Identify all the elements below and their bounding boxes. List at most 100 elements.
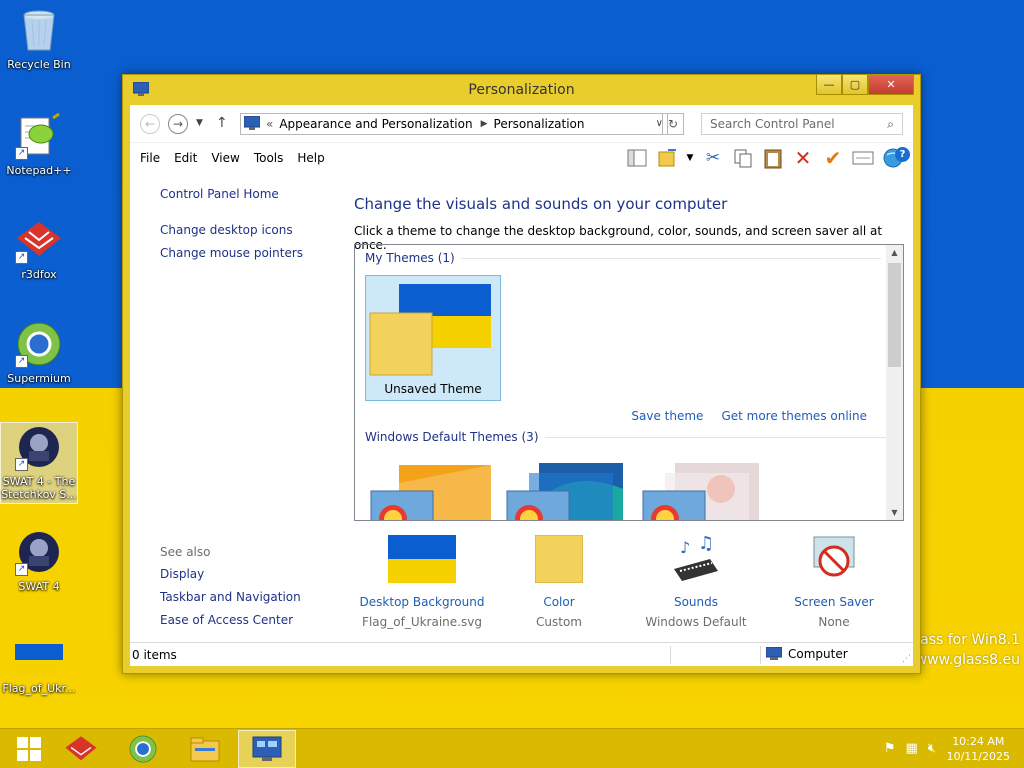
swat4-icon: ↗	[15, 528, 63, 576]
color-item[interactable]: Color Custom	[484, 534, 634, 629]
taskbar-file-explorer[interactable]	[176, 730, 234, 768]
resize-grip-icon[interactable]: ⋰	[902, 654, 911, 664]
sounds-icon: ♪ ♫	[670, 533, 722, 583]
views-dropdown-icon[interactable]: ▼	[685, 146, 695, 170]
see-also-section: See also Display Taskbar and Navigation …	[160, 545, 301, 636]
my-themes-header: My Themes (1)	[365, 251, 455, 265]
change-mouse-pointers-link[interactable]: Change mouse pointers	[160, 246, 303, 260]
themes-list: My Themes (1) Unsaved Theme Save theme G…	[354, 244, 904, 521]
menu-help[interactable]: Help	[297, 151, 324, 165]
desktop-icon-swat4[interactable]: ↗ SWAT 4	[0, 528, 78, 593]
theme-tile-flowers[interactable]	[641, 459, 765, 520]
ease-of-access-link[interactable]: Ease of Access Center	[160, 613, 301, 627]
desktop-icon-supermium[interactable]: ↗ Supermium	[0, 320, 78, 385]
watermark-line: www.glass8.eu	[915, 652, 1020, 668]
network-icon[interactable]: ▦	[906, 741, 918, 756]
r3dfox-icon	[65, 736, 97, 761]
item-count: 0 items	[132, 647, 177, 662]
menu-edit[interactable]: Edit	[174, 151, 197, 165]
recent-pages-dropdown-icon[interactable]: ▼	[196, 118, 203, 128]
desktop-icon-notepadpp[interactable]: ↗ Notepad++	[0, 112, 78, 177]
address-input[interactable]: « Appearance and Personalization ▶ Perso…	[240, 113, 668, 135]
taskbar: ⚑ ▦ 🔇︎ 10:24 AM 10/11/2025	[0, 728, 1024, 768]
desktop-icon-recycle-bin[interactable]: Recycle Bin	[0, 6, 78, 71]
unsaved-theme-label: Unsaved Theme	[384, 382, 482, 396]
minimize-button[interactable]: —	[816, 75, 842, 95]
svg-text:♫: ♫	[698, 535, 714, 554]
toolbar: ▼ ✂ ✕ ✔	[625, 146, 905, 170]
scroll-up-icon[interactable]: ▲	[886, 248, 903, 257]
desktop-icon-flag-of-ukraine[interactable]: Flag_of_Ukr...	[0, 638, 78, 695]
up-button[interactable]: ↑	[216, 115, 228, 131]
start-button[interactable]	[0, 730, 58, 768]
get-more-themes-link[interactable]: Get more themes online	[721, 409, 867, 423]
breadcrumb-personalization[interactable]: Personalization	[494, 117, 585, 131]
menu-bar: File Edit View Tools Help ▼ ✂ ✕ ✔	[130, 143, 913, 173]
see-also-header: See also	[160, 545, 211, 559]
breadcrumb-prefix[interactable]: «	[266, 117, 273, 131]
color-value: Custom	[536, 615, 582, 629]
clock[interactable]: 10:24 AM 10/11/2025	[947, 734, 1010, 764]
folder-options-icon[interactable]	[655, 146, 679, 170]
screen-saver-item[interactable]: Screen Saver None	[759, 535, 909, 629]
watermark: lass for Win8.1 www.glass8.eu	[916, 630, 1020, 670]
sounds-item[interactable]: ♪ ♫ Sounds Windows Default	[621, 533, 771, 629]
control-panel-home-link[interactable]: Control Panel Home	[160, 187, 303, 201]
scrollbar-thumb[interactable]	[888, 263, 901, 367]
search-icon[interactable]: ⌕	[887, 117, 894, 132]
desktop-background-label: Desktop Background	[359, 595, 485, 609]
checkmark-icon[interactable]: ✔	[821, 146, 845, 170]
shortcut-arrow-icon: ↗	[15, 251, 28, 264]
help-icon[interactable]: ?	[895, 147, 910, 162]
copy-icon[interactable]	[731, 146, 755, 170]
desktop-background-item[interactable]: Desktop Background Flag_of_Ukraine.svg	[347, 535, 497, 629]
taskbar-navigation-link[interactable]: Taskbar and Navigation	[160, 590, 301, 604]
close-button[interactable]: ✕	[868, 75, 914, 95]
breadcrumb-separator-icon[interactable]: ▶	[481, 119, 488, 129]
theme-tile-lines[interactable]	[505, 459, 629, 520]
refresh-button[interactable]: ↻	[662, 113, 684, 135]
forward-button[interactable]: →	[168, 114, 188, 134]
themes-scrollbar[interactable]: ▲ ▼	[886, 245, 903, 520]
delete-icon[interactable]: ✕	[791, 146, 815, 170]
action-center-flag-icon[interactable]: ⚑	[884, 741, 896, 756]
default-themes-header: Windows Default Themes (3)	[365, 430, 539, 444]
save-theme-link[interactable]: Save theme	[631, 409, 703, 423]
taskbar-control-panel[interactable]	[238, 730, 296, 768]
menu-file[interactable]: File	[140, 151, 160, 165]
desktop-icon-label: Supermium	[7, 372, 71, 385]
change-desktop-icons-link[interactable]: Change desktop icons	[160, 223, 303, 237]
taskbar-supermium[interactable]	[114, 730, 172, 768]
desktop-icon-label: SWAT 4	[18, 580, 60, 593]
desktop-icon-label: Recycle Bin	[7, 58, 71, 71]
my-themes-group: My Themes (1)	[365, 251, 881, 265]
scroll-down-icon[interactable]: ▼	[886, 508, 903, 517]
properties-icon[interactable]	[851, 146, 875, 170]
breadcrumb-appearance[interactable]: Appearance and Personalization	[279, 117, 472, 131]
status-location: Computer	[766, 647, 848, 661]
display-link[interactable]: Display	[160, 567, 301, 581]
layout-pane-icon[interactable]	[625, 146, 649, 170]
back-button[interactable]: ←	[140, 114, 160, 134]
cut-icon[interactable]: ✂	[701, 146, 725, 170]
recycle-bin-icon	[15, 6, 63, 54]
file-explorer-icon	[190, 737, 220, 762]
window-title: Personalization	[468, 82, 575, 98]
desktop-icon-swat4-stetchkov[interactable]: ↗ SWAT 4 - The Stetchkov S...	[0, 422, 78, 504]
menu-view[interactable]: View	[211, 151, 239, 165]
window-client-area: ← → ▼ ↑ « Appearance and Personalization…	[130, 105, 913, 666]
paste-icon[interactable]	[761, 146, 785, 170]
unsaved-theme-tile[interactable]: Unsaved Theme	[365, 275, 501, 401]
maximize-button[interactable]: ▢	[842, 75, 868, 95]
taskbar-r3dfox[interactable]	[52, 730, 110, 768]
desktop-icon-label: SWAT 4 - The Stetchkov S...	[1, 475, 77, 501]
theme-tile-windows[interactable]	[369, 463, 493, 520]
volume-muted-icon[interactable]: 🔇︎	[928, 741, 936, 756]
desktop-icon-r3dfox[interactable]: ↗ r3dfox	[0, 216, 78, 281]
search-input[interactable]: Search Control Panel ⌕	[701, 113, 903, 135]
menu-tools[interactable]: Tools	[254, 151, 284, 165]
svg-text:♪: ♪	[680, 538, 690, 557]
shortcut-arrow-icon: ↗	[15, 458, 28, 471]
clock-date: 10/11/2025	[946, 750, 1010, 763]
title-bar[interactable]: Personalization — ▢ ✕	[123, 75, 920, 105]
